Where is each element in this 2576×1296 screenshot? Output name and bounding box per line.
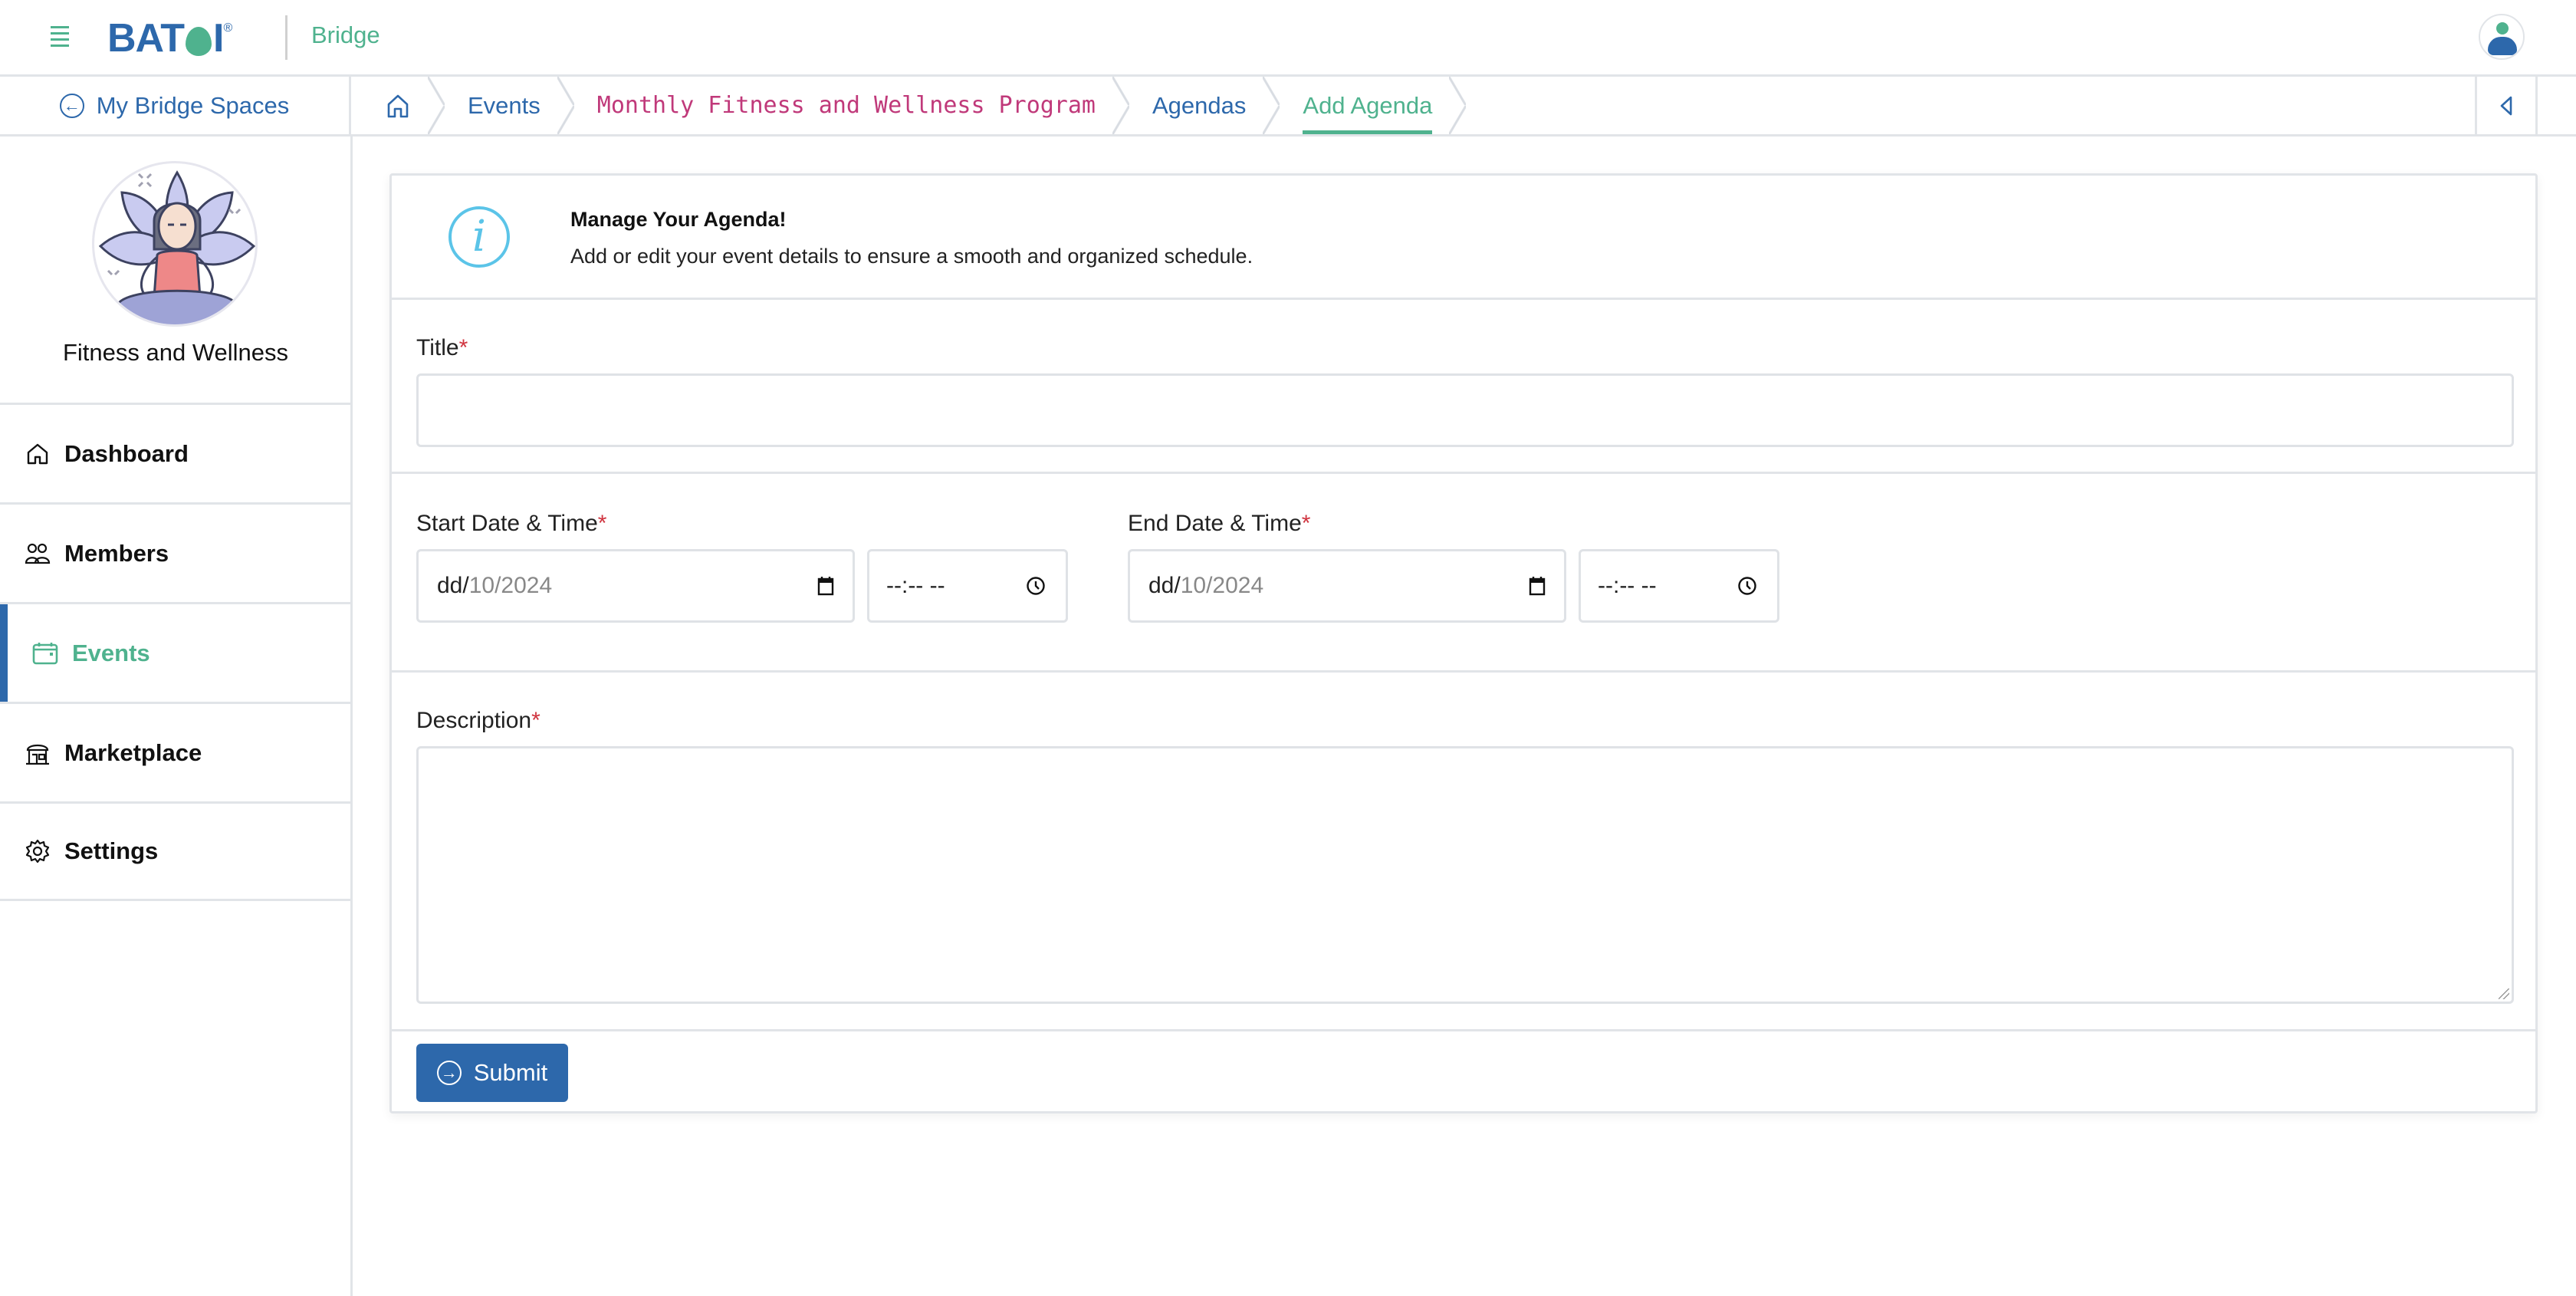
store-icon — [25, 740, 51, 766]
sidebar-item-members[interactable]: Members — [0, 502, 351, 602]
end-date-time-label: End Date & Time* — [1128, 511, 1311, 536]
batoi-logo[interactable]: BAT I ® — [107, 16, 232, 61]
calendar-icon — [32, 640, 58, 666]
end-time-input[interactable]: --:-- -- — [1579, 549, 1779, 623]
add-agenda-form: i Manage Your Agenda! Add or edit your e… — [389, 173, 2538, 1113]
description-textarea[interactable] — [416, 746, 2514, 1004]
breadcrumb: Events Monthly Fitness and Wellness Prog… — [351, 77, 1467, 134]
title-label: Title* — [416, 335, 468, 360]
info-icon: i — [449, 206, 510, 268]
arrow-left-circle-icon: ← — [59, 93, 84, 118]
calendar-icon[interactable] — [817, 576, 834, 596]
submit-button[interactable]: → Submit — [416, 1044, 568, 1102]
info-banner: i Manage Your Agenda! Add or edit your e… — [392, 176, 2535, 300]
sidebar-item-dashboard[interactable]: Dashboard — [0, 403, 351, 502]
date-time-section: Start Date & Time* dd/10/2024 --:-- -- E… — [392, 474, 2535, 673]
yoga-illustration — [98, 170, 255, 324]
title-input[interactable] — [416, 373, 2514, 447]
start-date-time-label: Start Date & Time* — [416, 511, 607, 536]
breadcrumb-agendas[interactable]: Agendas — [1125, 77, 1280, 134]
breadcrumb-event-name[interactable]: Monthly Fitness and Wellness Program — [570, 77, 1130, 134]
form-actions: → Submit — [392, 1031, 2535, 1111]
gear-icon — [25, 838, 51, 864]
triangle-left-icon — [2500, 96, 2512, 115]
description-section: Description* — [392, 673, 2535, 1031]
start-date-input[interactable]: dd/10/2024 — [416, 549, 855, 623]
logo-divider — [285, 15, 288, 60]
user-avatar[interactable] — [2479, 14, 2525, 60]
sidebar-item-events[interactable]: Events — [0, 602, 351, 702]
breadcrumb-events[interactable]: Events — [440, 77, 574, 134]
collapse-panel-button[interactable] — [2475, 77, 2538, 134]
my-bridge-spaces-link[interactable]: ← My Bridge Spaces — [0, 77, 351, 134]
start-time-input[interactable]: --:-- -- — [867, 549, 1068, 623]
active-underline — [1303, 130, 1433, 134]
home-icon — [25, 441, 51, 467]
calendar-icon[interactable] — [1529, 576, 1546, 596]
arrow-right-circle-icon: → — [436, 1061, 462, 1085]
space-name: Fitness and Wellness — [62, 339, 289, 366]
users-icon — [25, 541, 51, 567]
sidebar-item-settings[interactable]: Settings — [0, 801, 351, 901]
title-section: Title* — [392, 300, 2535, 474]
description-label: Description* — [416, 708, 540, 733]
home-icon — [387, 94, 409, 117]
clock-icon[interactable] — [1737, 576, 1757, 596]
end-date-input[interactable]: dd/10/2024 — [1128, 549, 1566, 623]
space-avatar — [92, 161, 258, 327]
clock-icon[interactable] — [1026, 576, 1046, 596]
breadcrumb-home[interactable] — [351, 77, 445, 134]
top-header: BAT I ® Bridge — [0, 0, 2576, 77]
sidebar-nav: Dashboard Members Events Marketplace Set… — [0, 403, 351, 901]
breadcrumb-bar: ← My Bridge Spaces Events Monthly Fitnes… — [0, 77, 2576, 137]
sidebar-item-marketplace[interactable]: Marketplace — [0, 702, 351, 801]
info-text: Add or edit your event details to ensure… — [570, 245, 1254, 268]
sidebar: Fitness and Wellness Dashboard Members E… — [0, 137, 353, 1296]
resize-handle[interactable] — [2499, 988, 2509, 999]
breadcrumb-add-agenda[interactable]: Add Agenda — [1275, 77, 1467, 134]
info-title: Manage Your Agenda! — [570, 208, 787, 231]
menu-icon[interactable] — [51, 26, 69, 49]
app-name: Bridge — [311, 21, 380, 48]
